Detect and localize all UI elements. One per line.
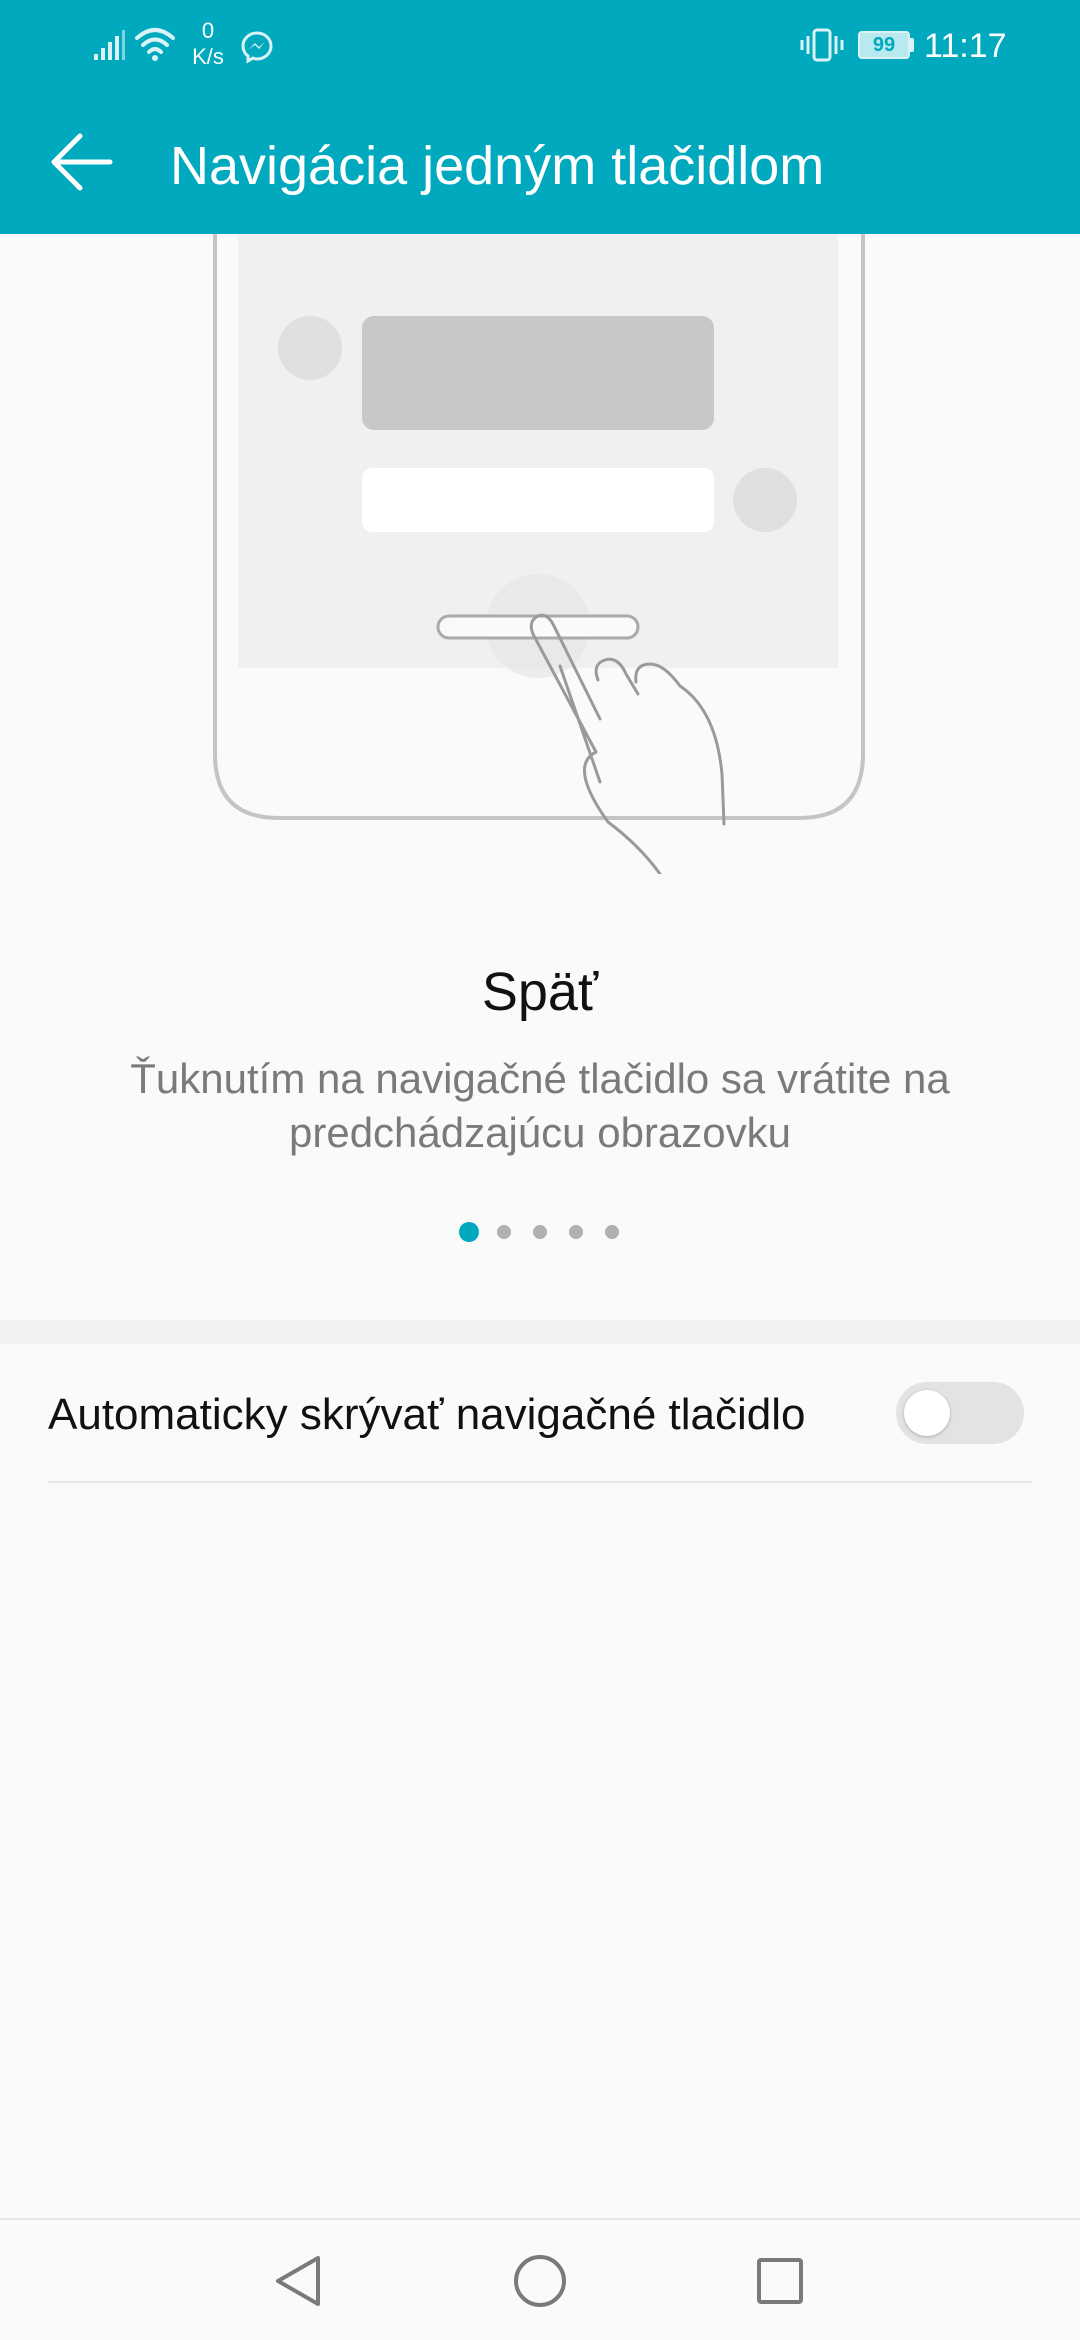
battery-icon: 99 <box>858 31 910 59</box>
section-divider <box>0 1320 1080 1344</box>
page-title: Navigácia jedným tlačidlom <box>170 136 825 196</box>
nav-home-button[interactable] <box>500 2248 580 2314</box>
auto-hide-setting-row[interactable]: Automaticky skrývať navigačné tlačidlo <box>0 1344 1080 1482</box>
page-dot-5[interactable] <box>605 1225 619 1239</box>
vibrate-icon <box>800 28 844 62</box>
feature-description: Ťuknutím na navigačné tlačidlo sa vrátit… <box>130 1055 950 1156</box>
page-dot-1[interactable] <box>459 1222 479 1242</box>
battery-tip <box>910 38 914 52</box>
placeholder-input <box>362 468 714 532</box>
back-triangle-icon <box>276 2256 320 2306</box>
home-circle-icon <box>514 2255 566 2307</box>
network-speed-unit: K/s <box>192 44 224 69</box>
placeholder-card <box>362 316 714 430</box>
wifi-icon <box>135 28 175 61</box>
placeholder-avatar <box>278 316 342 380</box>
toggle-knob <box>904 1390 950 1436</box>
navigation-pill <box>436 614 640 640</box>
page-dot-3[interactable] <box>533 1225 547 1239</box>
battery-level: 99 <box>872 34 896 56</box>
navigation-illustration <box>213 234 865 874</box>
auto-hide-label: Automaticky skrývať navigačné tlačidlo <box>48 1390 806 1439</box>
auto-hide-toggle[interactable] <box>896 1382 1024 1444</box>
back-button[interactable] <box>36 126 126 198</box>
arrow-left-icon <box>51 133 113 191</box>
app-bar: Navigácia jedným tlačidlom <box>0 90 1080 234</box>
page-indicator <box>0 1222 1080 1242</box>
status-bar: 0 K/s 99 11:17 <box>0 0 1080 90</box>
network-speed-value: 0 <box>201 18 215 43</box>
page-dot-2[interactable] <box>497 1225 511 1239</box>
nav-recents-button[interactable] <box>740 2248 820 2314</box>
placeholder-avatar-right <box>733 468 797 532</box>
feature-title: Späť <box>481 962 599 1022</box>
network-speed: 0 K/s <box>188 18 228 70</box>
signal-icon <box>94 30 125 60</box>
row-divider <box>48 1481 1032 1483</box>
messenger-icon <box>241 31 273 64</box>
page-dot-4[interactable] <box>569 1225 583 1239</box>
recents-square-icon <box>757 2258 803 2304</box>
clock: 11:17 <box>924 27 1007 65</box>
system-navigation-bar <box>0 2218 1080 2340</box>
nav-back-button[interactable] <box>260 2248 340 2314</box>
